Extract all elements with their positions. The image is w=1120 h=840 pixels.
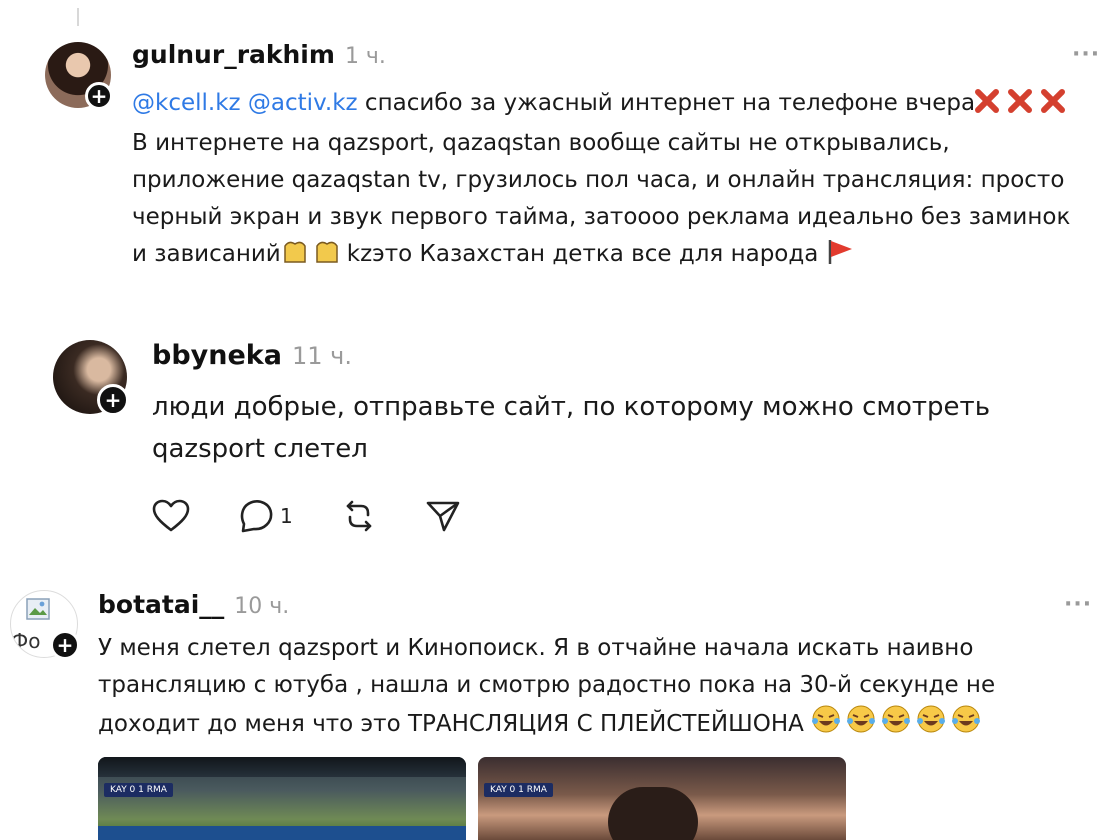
broken-image-icon <box>26 598 50 620</box>
post-body: люди добрые, отправьте сайт, по которому… <box>152 392 991 464</box>
repost-icon <box>346 500 372 532</box>
share-button[interactable] <box>425 498 461 534</box>
avatar[interactable]: + <box>53 340 129 416</box>
avatar[interactable]: + <box>45 42 113 110</box>
post-time: 1 ч. <box>344 44 386 69</box>
more-options-icon[interactable]: ··· <box>1064 592 1092 617</box>
reply-button[interactable]: 1 <box>238 498 293 534</box>
avatar-alt-text: Фо <box>11 629 41 653</box>
post-username[interactable]: botatai__ 10 ч. <box>98 590 289 619</box>
post-time: 10 ч. <box>234 594 290 619</box>
mention-link[interactable]: @activ.kz <box>248 90 358 116</box>
post-body: @kcell.kz @activ.kz спасибо за ужасный и… <box>132 85 1102 276</box>
post-time: 11 ч. <box>291 342 352 370</box>
raised-hands-emoji <box>281 238 347 276</box>
scoreboard-overlay: KAY 0 1 RMA <box>104 783 173 797</box>
mention-link[interactable]: @kcell.kz <box>132 90 241 116</box>
like-icon <box>152 499 190 532</box>
follow-plus-icon[interactable]: + <box>85 82 113 110</box>
post-actions: 1 <box>152 498 509 534</box>
follow-plus-icon[interactable]: + <box>97 384 129 416</box>
red-flag-emoji <box>826 238 854 276</box>
post-image[interactable]: KAY 0 1 RMA <box>478 757 846 840</box>
reply-count: 1 <box>280 504 293 528</box>
laughing-emoji <box>811 704 983 746</box>
share-icon <box>426 501 460 532</box>
post-body: У меня слетел qazsport и Кинопоиск. Я в … <box>98 630 1098 746</box>
post-username[interactable]: gulnur_rakhim 1 ч. <box>132 40 386 69</box>
post-username[interactable]: bbyneka 11 ч. <box>152 340 352 371</box>
more-options-icon[interactable]: ··· <box>1072 42 1100 67</box>
thread-line <box>77 8 79 26</box>
follow-plus-icon[interactable]: + <box>50 630 80 660</box>
like-button[interactable] <box>152 499 190 533</box>
reply-icon <box>240 500 273 533</box>
cross-mark-emoji <box>975 88 1067 125</box>
scoreboard-overlay: KAY 0 1 RMA <box>484 783 553 797</box>
repost-button[interactable] <box>341 498 377 534</box>
post-image[interactable]: KAY 0 1 RMA <box>98 757 466 840</box>
